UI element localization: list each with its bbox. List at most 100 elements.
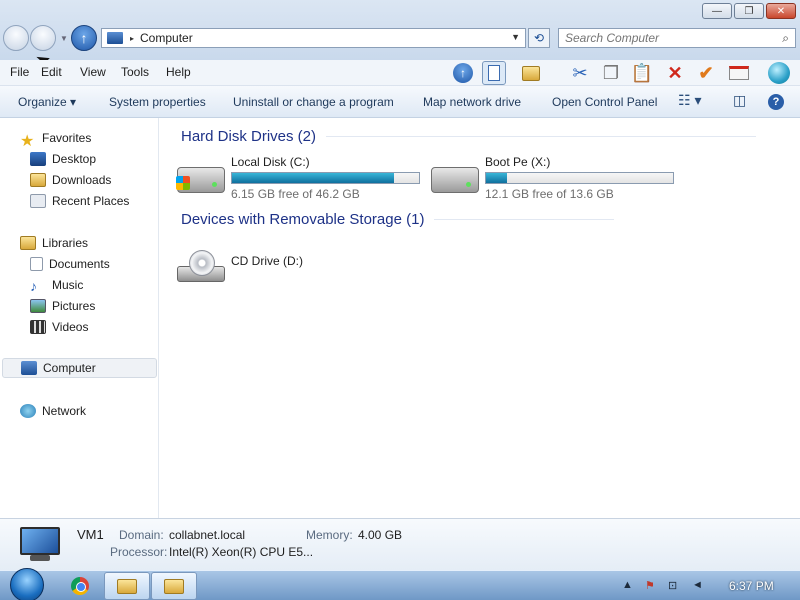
nav-recent-places-label: Recent Places [52,194,130,208]
group-removable-label: Devices with Removable Storage (1) [181,211,425,228]
up-button[interactable]: ↑ [71,25,97,51]
forward-button[interactable] [30,25,56,51]
search-input[interactable] [565,31,775,45]
nav-favorites[interactable]: ★ Favorites [20,128,91,150]
nav-videos[interactable]: Videos [30,317,88,337]
computer-monitor-icon [18,527,62,563]
music-icon: ♪ [30,278,37,294]
drive-local-disk[interactable]: Local Disk (C:) 6.15 GB free of 46.2 GB [176,155,422,203]
nav-computer-label: Computer [43,361,96,375]
checkmark-icon[interactable]: ✔ [694,61,718,85]
menu-bar: File Edit View Tools Help ↑ ✂ ❐ 📋 ✕ ✔ [0,60,800,86]
computer-icon [107,32,123,44]
paste-icon[interactable]: 📋 [630,61,654,85]
taskbar-explorer-window[interactable] [151,572,197,600]
drive-free-space: 6.15 GB free of 46.2 GB [231,187,360,201]
nav-libraries-label: Libraries [42,236,89,250]
cd-drive-icon [177,250,225,282]
nav-downloads[interactable]: Downloads [30,170,111,190]
group-divider [326,136,757,137]
change-view-button[interactable]: ☷ ▾ [678,92,701,109]
group-header-hard-disk[interactable]: Hard Disk Drives (2) [181,128,757,145]
preview-pane-icon[interactable] [482,61,506,85]
recent-places-icon [30,194,46,208]
nav-documents[interactable]: Documents [30,254,110,274]
menu-help[interactable]: Help [166,65,191,79]
show-hidden-icons-icon[interactable]: ▲ [622,579,633,591]
libraries-icon [20,236,36,250]
help-icon[interactable]: ? [768,94,784,110]
pictures-icon [30,299,46,313]
start-button[interactable] [10,568,44,600]
email-icon[interactable] [727,61,751,85]
menu-file[interactable]: File [10,65,29,79]
drive-name: Local Disk (C:) [231,155,310,169]
taskbar-chrome[interactable] [57,572,103,600]
breadcrumb-computer[interactable]: Computer [140,31,193,45]
group-hard-disk-label: Hard Disk Drives (2) [181,128,317,145]
nav-documents-label: Documents [49,257,110,271]
window-controls: — ❐ ✕ [702,3,796,19]
drive-name: CD Drive (D:) [231,254,303,268]
nav-pictures[interactable]: Pictures [30,296,95,316]
desktop-icon [30,152,46,166]
drive-usage-bar [485,172,674,184]
preview-pane-toggle-icon[interactable]: ◫ [733,92,746,109]
command-bar: Organize ▾ System properties Uninstall o… [0,86,800,118]
minimize-button[interactable]: — [702,3,732,19]
drive-usage-fill [486,173,507,183]
menu-edit[interactable]: Edit [41,65,62,79]
nav-libraries[interactable]: Libraries [20,233,88,253]
menu-tools[interactable]: Tools [121,65,149,79]
recent-pages-dropdown[interactable]: ▼ [60,34,68,43]
nav-network[interactable]: Network [20,401,86,421]
nav-music[interactable]: ♪ Music [30,275,83,295]
processor-label: Processor: [110,545,168,559]
taskbar-explorer-pinned[interactable] [104,572,150,600]
action-center-flag-icon[interactable]: ⚑ [645,579,655,592]
breadcrumb-separator[interactable]: ▸ [130,34,134,43]
computer-name: VM1 [77,527,104,542]
back-button[interactable] [3,25,29,51]
drive-usage-fill [232,173,395,183]
nav-recent-places[interactable]: Recent Places [30,191,129,211]
volume-icon[interactable]: ◄ [692,579,703,591]
clock[interactable]: 6:37 PM [729,579,774,593]
cut-icon[interactable]: ✂ [568,61,592,85]
nav-desktop[interactable]: Desktop [30,149,96,169]
up-arrow-icon[interactable]: ↑ [451,61,475,85]
content-pane: Hard Disk Drives (2) Local Disk (C:) 6.1… [160,118,800,518]
system-properties-button[interactable]: System properties [109,95,206,109]
close-button[interactable]: ✕ [766,3,796,19]
uninstall-program-button[interactable]: Uninstall or change a program [233,95,394,109]
nav-downloads-label: Downloads [52,173,112,187]
computer-icon [21,361,37,375]
nav-pictures-label: Pictures [52,299,96,313]
menu-view[interactable]: View [80,65,106,79]
refresh-button[interactable]: ⟲ [528,28,550,48]
documents-icon [30,257,43,271]
maximize-button[interactable]: ❐ [734,3,764,19]
hard-drive-icon [431,167,479,193]
nav-computer[interactable]: Computer [2,358,157,378]
star-icon: ★ [20,133,35,150]
search-box[interactable]: ⌕ [558,28,796,48]
hard-drive-icon [176,167,225,193]
address-dropdown-icon[interactable]: ▼ [511,32,520,42]
drive-cd[interactable]: CD Drive (D:) [177,240,337,286]
copy-icon[interactable]: ❐ [599,61,623,85]
details-pane: VM1 Domain: collabnet.local Memory: 4.00… [0,518,800,570]
organize-button[interactable]: Organize ▾ [18,95,76,109]
properties-folder-icon[interactable] [519,61,543,85]
group-header-removable[interactable]: Devices with Removable Storage (1) [181,211,615,228]
search-icon[interactable]: ⌕ [782,31,789,46]
map-network-drive-button[interactable]: Map network drive [423,95,521,109]
nav-videos-label: Videos [52,320,89,334]
drive-boot-pe[interactable]: Boot Pe (X:) 12.1 GB free of 13.6 GB [431,155,676,203]
address-bar[interactable]: ▸ Computer ▼ [101,28,526,48]
delete-icon[interactable]: ✕ [663,61,687,85]
open-control-panel-button[interactable]: Open Control Panel [552,95,657,109]
globe-icon[interactable] [767,61,791,85]
network-tray-icon[interactable]: ⊡ [668,579,677,592]
chrome-icon [71,577,89,595]
